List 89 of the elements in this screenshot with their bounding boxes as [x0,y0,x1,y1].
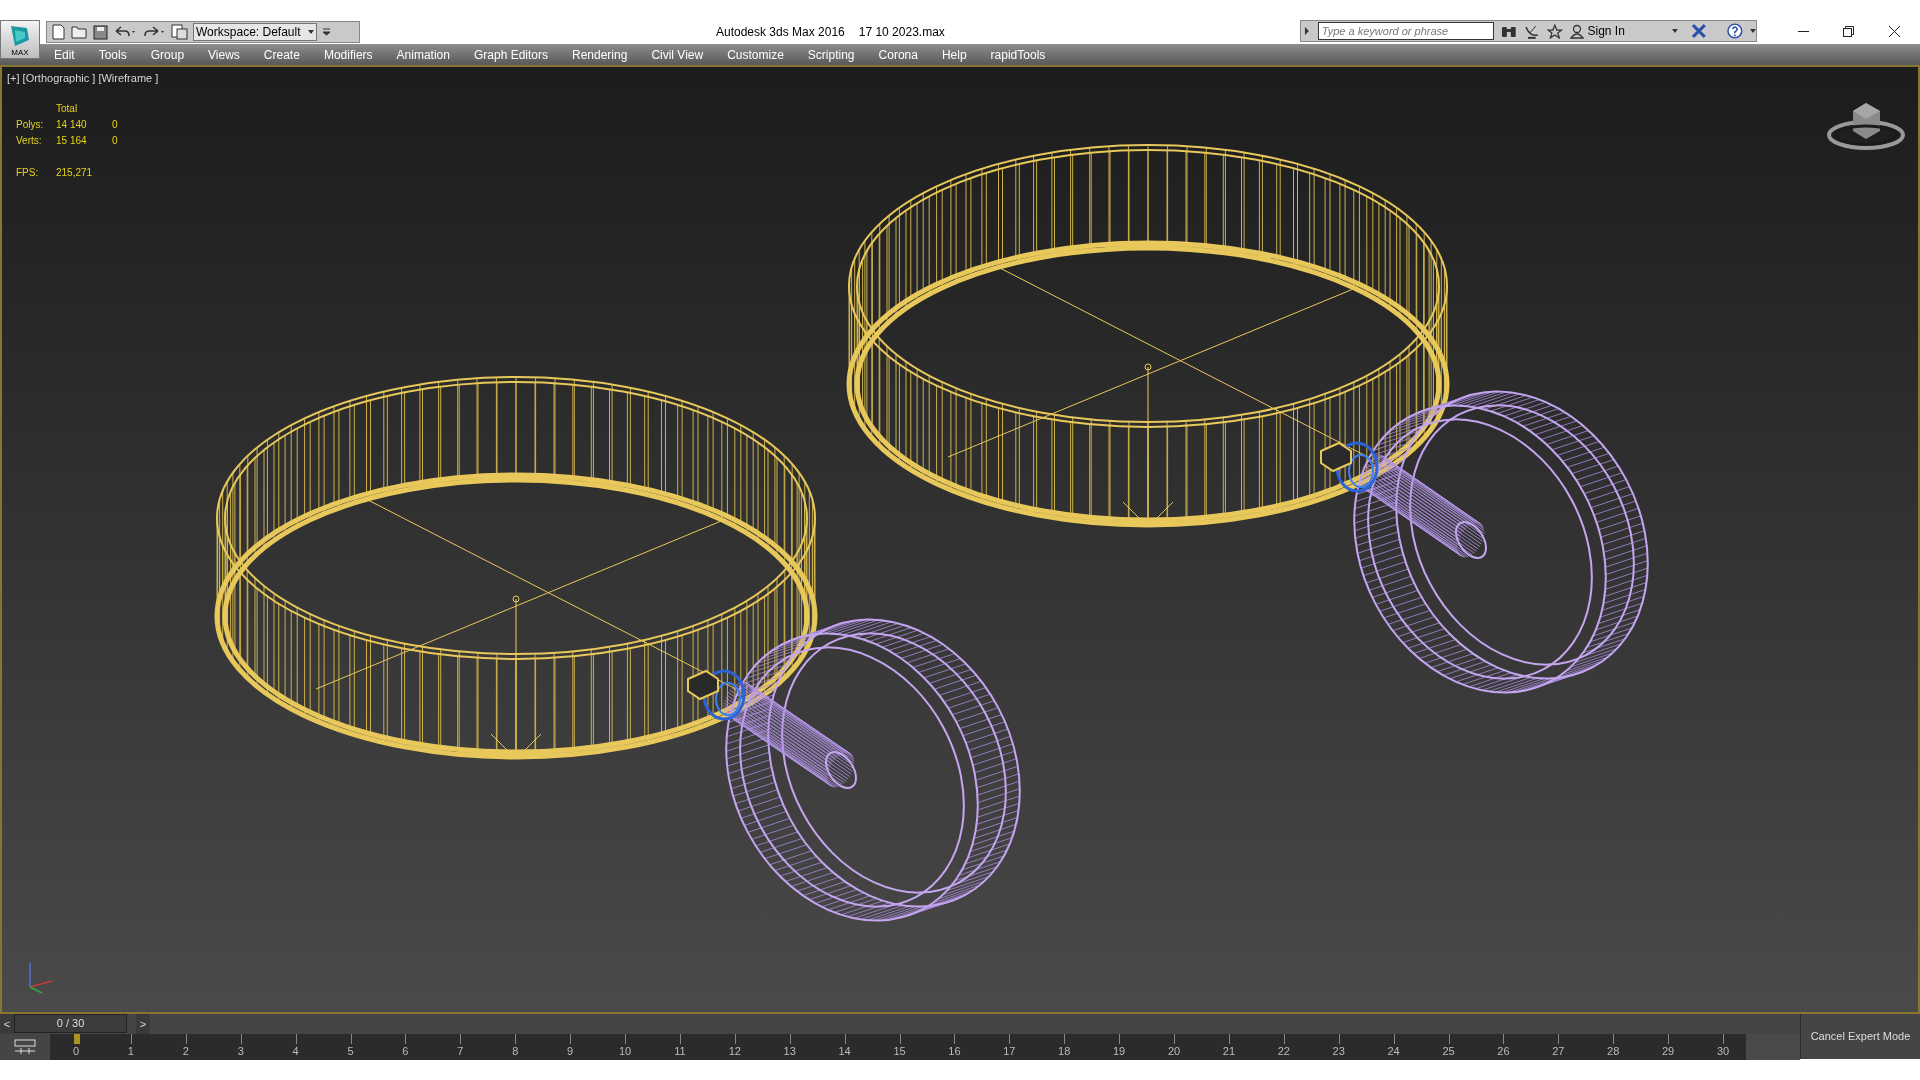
frame-number: 17 [1003,1044,1016,1058]
frame-number: 16 [948,1044,961,1058]
undo-icon[interactable] [113,25,137,39]
stats-header: Total [56,102,79,116]
app-label: MAX [11,48,29,58]
frame-number: 3 [237,1044,244,1058]
menu-item[interactable]: Help [941,45,967,64]
redo-icon[interactable] [142,25,166,39]
frame-number: 18 [1058,1044,1071,1058]
file-name: 17 10 2023.max [858,24,945,41]
frame-number: 14 [838,1044,851,1058]
frame-number: 23 [1332,1044,1345,1058]
frame-number: 22 [1277,1044,1290,1058]
frame-number: 0 [72,1044,80,1058]
fps-value: 215,271 [56,166,94,180]
binoculars-icon[interactable] [1501,24,1518,38]
restore-icon[interactable] [1843,26,1854,37]
menu-item[interactable]: Graph Editors [473,45,548,64]
frame-number: 28 [1607,1044,1620,1058]
frame-number: 1 [127,1044,134,1058]
frame-number: 21 [1222,1044,1235,1058]
frame-number: 19 [1112,1044,1126,1058]
stats-label: Polys: [16,118,45,132]
menu-item[interactable]: Rendering [572,45,628,64]
menu-item[interactable]: Modifiers [323,45,373,64]
fps-label: FPS: [16,166,40,180]
search-field[interactable]: Type a keyword or phrase [1317,22,1495,40]
frame-number: 20 [1167,1044,1181,1058]
menu-item[interactable]: Views [208,45,240,64]
menu-item[interactable]: Tools [98,45,127,64]
next-frame-button[interactable]: > [136,1014,150,1034]
menu-item[interactable]: Edit [54,45,75,64]
user-icon [1569,23,1584,39]
sign-in-button[interactable]: Sign In [1569,22,1625,40]
previous-frame-button[interactable]: < [0,1014,14,1034]
frame-number: 25 [1442,1044,1455,1058]
stats-value: 0 [112,134,119,148]
menu-item[interactable]: Scripting [807,45,855,64]
time-slider-thumb[interactable]: 0 / 30 [14,1014,127,1033]
window-title: Autodesk 3ds Max 2016 [716,24,845,41]
frame-number: 6 [402,1044,409,1058]
app-button[interactable]: MAX [0,20,40,59]
open-folder-icon[interactable] [71,25,88,39]
new-file-icon[interactable] [51,24,66,40]
curve-editor-icon [14,1039,36,1055]
frame-number: 24 [1387,1044,1400,1058]
frame-number: 15 [893,1044,906,1058]
frame-number: 5 [347,1044,354,1058]
menu-item[interactable]: rapidTools [990,45,1046,64]
frame-number: 12 [728,1044,741,1058]
stats-value: 0 [112,118,119,132]
current-frame-marker[interactable] [74,1034,80,1044]
menu-item[interactable]: Create [263,45,300,64]
frame-number: 8 [512,1044,519,1058]
menu-item[interactable]: Corona [878,45,918,64]
dropdown-caret-icon[interactable] [1750,29,1756,33]
stats-label: Verts: [16,134,43,148]
frame-number: 11 [674,1044,686,1058]
frame-number: 2 [182,1044,189,1058]
project-folder-icon[interactable] [171,24,188,40]
frame-number: 29 [1661,1044,1675,1058]
close-icon[interactable] [1889,26,1900,37]
frame-number: 10 [618,1044,632,1058]
frame-number: 30 [1716,1044,1730,1058]
menu-item[interactable]: Animation [396,45,450,64]
track-bar[interactable]: 0 1 2 3 4 5 6 7 8 9 10 11 12 13 14 15 16 17 18 19 20 21 22 23 24 25 26 27 28 29 30 [50,1034,1746,1060]
exchange-icon[interactable] [1690,24,1707,38]
save-icon[interactable] [93,24,108,40]
menu-item[interactable]: Customize [727,45,784,64]
frame-number: 13 [783,1044,796,1058]
expand-arrow-icon[interactable] [1303,26,1311,36]
cancel-expert-mode-button[interactable]: Cancel Expert Mode [1800,1014,1920,1059]
menu-item[interactable]: Group [150,45,185,64]
frame-number: 9 [567,1044,574,1058]
dropdown-caret-icon [308,30,314,34]
help-icon[interactable] [1727,23,1744,39]
dropdown-caret-icon[interactable] [1671,29,1678,33]
stats-value: 15 164 [56,134,88,148]
star-icon[interactable] [1546,23,1563,39]
satellite-dish-icon[interactable] [1524,23,1540,39]
stats-value: 14 140 [56,118,88,132]
curve-editor-button[interactable] [0,1034,50,1060]
menu-item[interactable]: Civil View [651,45,704,64]
frame-number: 4 [292,1044,299,1058]
viewport-label[interactable]: [+] [Orthographic ] [Wireframe ] [7,70,159,87]
frame-number: 26 [1497,1044,1510,1058]
workspace-dropdown[interactable]: Workspace: Default [193,23,317,41]
frame-number: 7 [457,1044,464,1058]
frame-number: 27 [1552,1044,1565,1058]
